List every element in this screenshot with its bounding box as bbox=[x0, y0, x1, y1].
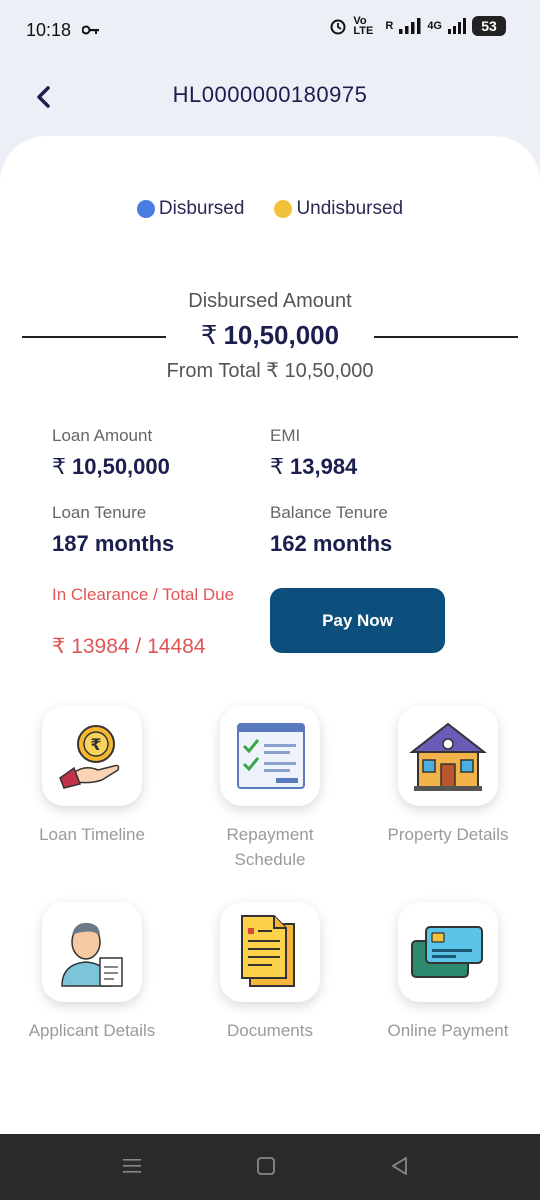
tile-icon-box[interactable] bbox=[398, 706, 498, 806]
loan-amount-value: ₹10,50,000 bbox=[52, 454, 170, 480]
page-title: HL0000000180975 bbox=[172, 82, 368, 107]
emi-block: EMI ₹13,984 bbox=[270, 426, 357, 480]
volte-label: Vo LTE bbox=[353, 15, 374, 37]
tile-label: Applicant Details bbox=[28, 1021, 156, 1040]
balance-tenure-label: Balance Tenure bbox=[270, 503, 388, 522]
emi-label: EMI bbox=[270, 426, 301, 445]
tile-label: Property Details bbox=[387, 825, 509, 844]
tile-label: Documents bbox=[227, 1021, 313, 1040]
divider-right bbox=[374, 336, 518, 338]
tile-loan-timeline[interactable]: ₹ Loan Timeline bbox=[39, 706, 145, 847]
emi-value: ₹13,984 bbox=[270, 454, 357, 480]
person-document-icon bbox=[61, 922, 123, 987]
due-label: In Clearance / Total Due bbox=[52, 585, 235, 604]
tile-applicant-details[interactable]: Applicant Details bbox=[29, 902, 155, 1043]
documents-icon bbox=[241, 915, 295, 987]
loan-amount-label: Loan Amount bbox=[52, 426, 153, 445]
battery-indicator: 53 bbox=[472, 16, 506, 36]
rupee-symbol: ₹ bbox=[200, 320, 218, 350]
loan-tenure-value: 187 months bbox=[52, 531, 175, 556]
status-icons: Vo LTE R 4G 53 bbox=[329, 15, 506, 37]
tile-online-payment[interactable]: Online Payment bbox=[388, 902, 508, 1043]
disbursed-amount-row: ₹10,50,000 bbox=[22, 320, 518, 354]
tile-documents[interactable]: Documents bbox=[218, 902, 322, 1043]
legend-dot-disbursed bbox=[136, 200, 155, 218]
loan-summary-card: Disbursed Undisbursed Disbursed Amount ₹… bbox=[0, 136, 540, 1136]
alarm-icon bbox=[330, 19, 346, 35]
loan-amount-block: Loan Amount ₹10,50,000 bbox=[52, 426, 170, 480]
house-icon bbox=[409, 722, 487, 791]
legend-label: Disbursed bbox=[158, 198, 245, 219]
tile-icon-box[interactable]: ₹ bbox=[42, 706, 142, 806]
cards-icon bbox=[411, 926, 483, 978]
legend-disbursed: Disbursed bbox=[136, 198, 245, 220]
emi-number: 13,984 bbox=[290, 454, 358, 479]
disbursed-amount-value: 10,50,000 bbox=[223, 320, 340, 350]
coin-hand-icon: ₹ bbox=[59, 725, 120, 789]
roaming-label: R bbox=[385, 20, 394, 32]
tile-icon-box[interactable] bbox=[42, 902, 142, 1002]
legend-undisbursed: Undisbursed bbox=[274, 198, 403, 220]
header: HL0000000180975 bbox=[0, 62, 540, 138]
svg-text:₹: ₹ bbox=[90, 735, 101, 754]
signal-icon bbox=[399, 18, 421, 34]
status-bar: 10:18 Vo LTE R 4G 53 bbox=[0, 0, 540, 62]
network-type-label: 4G bbox=[427, 20, 442, 32]
tile-icon-box[interactable] bbox=[220, 706, 320, 806]
legend-dot-undisbursed bbox=[274, 200, 293, 218]
tile-icon-box[interactable] bbox=[220, 902, 320, 1002]
rupee-symbol: ₹ bbox=[52, 454, 66, 479]
pay-now-button[interactable]: Pay Now bbox=[270, 588, 445, 653]
menu-icon[interactable] bbox=[120, 1154, 144, 1178]
system-nav-bar bbox=[0, 1134, 540, 1200]
tile-label: Loan Timeline bbox=[39, 825, 145, 844]
balance-tenure-value: 162 months bbox=[270, 531, 393, 556]
tile-label: Online Payment bbox=[387, 1021, 509, 1040]
loan-tenure-label: Loan Tenure bbox=[52, 503, 147, 522]
home-icon[interactable] bbox=[254, 1154, 278, 1178]
signal-icon-2 bbox=[448, 18, 466, 34]
rupee-symbol: ₹ bbox=[270, 454, 284, 479]
from-total-text: From Total ₹ 10,50,000 bbox=[166, 360, 374, 382]
key-icon bbox=[82, 25, 99, 35]
tile-label: Repayment Schedule bbox=[226, 825, 314, 869]
due-value: ₹ 13984 / 14484 bbox=[52, 635, 206, 658]
legend-label: Undisbursed bbox=[296, 198, 404, 219]
tile-repayment-schedule[interactable]: Repayment Schedule bbox=[218, 706, 322, 872]
tile-icon-box[interactable] bbox=[398, 902, 498, 1002]
status-time: 10:18 bbox=[26, 20, 72, 40]
loan-tenure-block: Loan Tenure 187 months bbox=[52, 503, 174, 557]
disbursed-amount-label: Disbursed Amount bbox=[188, 290, 352, 312]
chart-legend: Disbursed Undisbursed bbox=[0, 198, 540, 220]
tile-property-details[interactable]: Property Details bbox=[388, 706, 508, 847]
checklist-icon bbox=[237, 723, 305, 789]
balance-tenure-block: Balance Tenure 162 months bbox=[270, 503, 392, 557]
back-icon[interactable] bbox=[388, 1154, 412, 1178]
loan-amount-number: 10,50,000 bbox=[72, 454, 170, 479]
